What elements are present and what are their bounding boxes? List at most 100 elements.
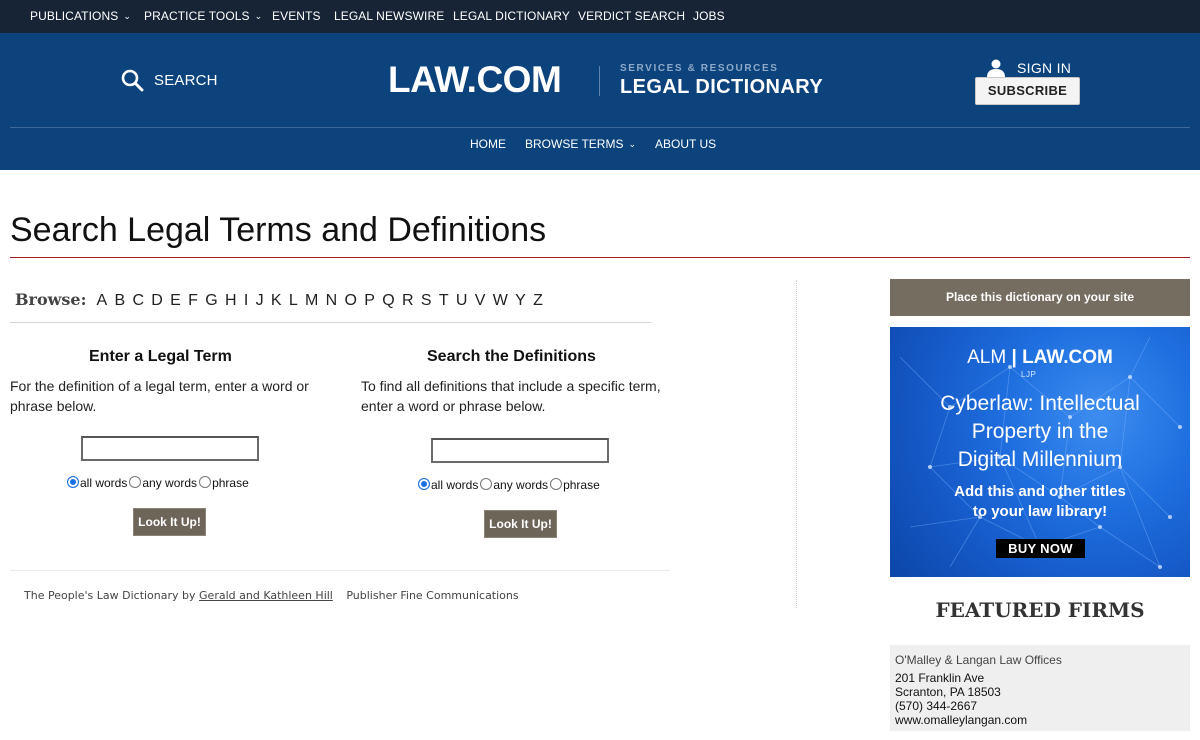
topnav-verdict-search[interactable]: VERDICT SEARCH (578, 9, 685, 23)
column-divider (796, 280, 797, 608)
firm-address-line2: Scranton, PA 18503 (895, 685, 1001, 699)
browse-letter-i[interactable]: I (244, 292, 248, 310)
credit-prefix: The People's Law Dictionary by (24, 589, 196, 602)
term-phrase-label: phrase (212, 476, 249, 490)
definition-search-input[interactable] (431, 438, 609, 463)
services-resources-label: SERVICES & RESOURCES (620, 63, 779, 74)
ad-brand: ALM | LAW.COM (967, 347, 1113, 368)
header-divider (10, 127, 1190, 128)
section-title: LEGAL DICTIONARY (620, 76, 824, 98)
page-title: Search Legal Terms and Definitions (10, 211, 547, 249)
featured-firm-card: O'Malley & Langan Law Offices 201 Frankl… (890, 645, 1190, 731)
subnav-browse-terms-label: BROWSE TERMS (525, 137, 624, 151)
def-phrase-radio[interactable] (550, 478, 563, 490)
term-phrase-radio[interactable] (199, 476, 212, 488)
topnav-events[interactable]: EVENTS (272, 9, 321, 23)
search-label: SEARCH (154, 71, 218, 89)
ad-subtext-line: Add this and other titles (954, 483, 1126, 500)
subnav-about-us[interactable]: ABOUT US (655, 137, 716, 151)
browse-letter-y[interactable]: Y (515, 292, 526, 310)
subnav-browse-terms[interactable]: BROWSE TERMS ⌄ (525, 137, 636, 151)
browse-letter-b[interactable]: B (114, 292, 125, 310)
browse-letter-g[interactable]: G (205, 292, 217, 310)
ad-subtext-line: to your law library! (972, 503, 1108, 520)
browse-letter-z[interactable]: Z (533, 292, 543, 310)
browse-letter-r[interactable]: R (402, 292, 414, 310)
sign-in-link[interactable]: SIGN IN (986, 58, 1071, 78)
browse-letter-n[interactable]: N (326, 292, 338, 310)
topnav-jobs[interactable]: JOBS (693, 9, 725, 23)
chevron-down-icon: ⌄ (254, 11, 263, 21)
definition-look-it-up-button[interactable]: Look It Up! (484, 510, 557, 538)
browse-letter-s[interactable]: S (421, 292, 432, 310)
search-button[interactable]: SEARCH (120, 68, 218, 92)
subscribe-button[interactable]: SUBSCRIBE (975, 77, 1080, 105)
ad-brand-alm: ALM (967, 347, 1007, 368)
topnav-publications[interactable]: PUBLICATIONS ⌄ (30, 9, 131, 23)
browse-letter-u[interactable]: U (456, 292, 468, 310)
browse-letter-a[interactable]: A (97, 292, 108, 310)
logo-divider (599, 66, 600, 96)
firm-website-link[interactable]: www.omalleylangan.com (895, 713, 1190, 727)
sign-in-label: SIGN IN (1017, 60, 1072, 76)
browse-letter-k[interactable]: K (271, 292, 282, 310)
top-navigation-bar: PUBLICATIONS ⌄ PRACTICE TOOLS ⌄ EVENTS LEG… (0, 0, 1200, 33)
firm-name[interactable]: O'Malley & Langan Law Offices (895, 653, 1190, 667)
browse-letter-m[interactable]: M (305, 292, 318, 310)
firm-phone: (570) 344-2667 (895, 699, 978, 713)
term-search-input[interactable] (81, 436, 259, 461)
ad-brand-ljp: LJP (1021, 370, 1037, 379)
browse-letter-c[interactable]: C (132, 292, 144, 310)
topnav-practice-tools[interactable]: PRACTICE TOOLS ⌄ (144, 9, 262, 23)
browse-divider (10, 322, 651, 323)
definition-search-description: To find all definitions that include a s… (361, 378, 661, 414)
cyberlaw-ad-banner[interactable]: ALM | LAW.COM LJP Cyberlaw: Intellectual… (890, 327, 1190, 577)
topnav-legal-dictionary[interactable]: LEGAL DICTIONARY (453, 9, 570, 23)
browse-letter-t[interactable]: T (439, 292, 449, 310)
term-search-options: all words any words phrase (67, 476, 251, 490)
browse-letters: Browse: A B C D E F G H I J K L M N O P … (15, 290, 550, 310)
ad-headline-line: Digital Millennium (957, 448, 1123, 471)
browse-letter-e[interactable]: E (170, 292, 181, 310)
term-search-description: For the definition of a legal term, ente… (10, 378, 309, 414)
def-any-words-label: any words (493, 478, 549, 492)
browse-letter-j[interactable]: J (256, 292, 264, 310)
definition-search-title: Search the Definitions (427, 348, 596, 365)
lawcom-logo[interactable]: LAW.COM (388, 59, 562, 101)
browse-letter-w[interactable]: W (493, 292, 508, 310)
browse-letter-f[interactable]: F (188, 292, 198, 310)
browse-letter-q[interactable]: Q (382, 292, 394, 310)
ad-headline-line: Property in the (971, 420, 1109, 443)
topnav-legal-newswire[interactable]: LEGAL NEWSWIRE (334, 9, 444, 23)
term-all-words-label: all words (80, 476, 128, 490)
site-header: SEARCH LAW.COM SERVICES & RESOURCES LEGA… (0, 33, 1200, 170)
topnav-publications-label: PUBLICATIONS (30, 9, 119, 23)
browse-letter-o[interactable]: O (345, 292, 357, 310)
search-icon (121, 69, 144, 92)
term-look-it-up-button[interactable]: Look It Up! (133, 508, 206, 536)
browse-letter-l[interactable]: L (289, 292, 298, 310)
def-all-words-label: all words (431, 478, 479, 492)
featured-firms-heading: FEATURED FIRMS (935, 598, 1145, 622)
subnav-home[interactable]: HOME (470, 137, 506, 151)
def-all-words-radio[interactable] (418, 478, 430, 490)
publisher-text: Publisher Fine Communications (346, 589, 519, 602)
ad-brand-lawcom: LAW.COM (1022, 347, 1113, 368)
browse-label: Browse: (15, 290, 87, 309)
title-divider (10, 257, 1190, 258)
browse-letter-p[interactable]: P (364, 292, 375, 310)
def-any-words-radio[interactable] (480, 478, 493, 490)
term-any-words-radio[interactable] (129, 476, 142, 488)
term-all-words-radio[interactable] (67, 476, 79, 488)
browse-letter-v[interactable]: V (475, 292, 486, 310)
buy-now-button[interactable]: BUY NOW (996, 539, 1085, 558)
ad-headline-line: Cyberlaw: Intellectual (940, 392, 1140, 415)
authors-link[interactable]: Gerald and Kathleen Hill (199, 589, 333, 602)
ad-subtext: Add this and other titles to your law li… (890, 482, 1190, 522)
topnav-practice-tools-label: PRACTICE TOOLS (144, 9, 250, 23)
browse-letter-d[interactable]: D (151, 292, 163, 310)
def-phrase-label: phrase (563, 478, 600, 492)
browse-letter-h[interactable]: H (225, 292, 237, 310)
place-dictionary-button[interactable]: Place this dictionary on your site (890, 279, 1190, 316)
chevron-down-icon: ⌄ (628, 139, 637, 149)
